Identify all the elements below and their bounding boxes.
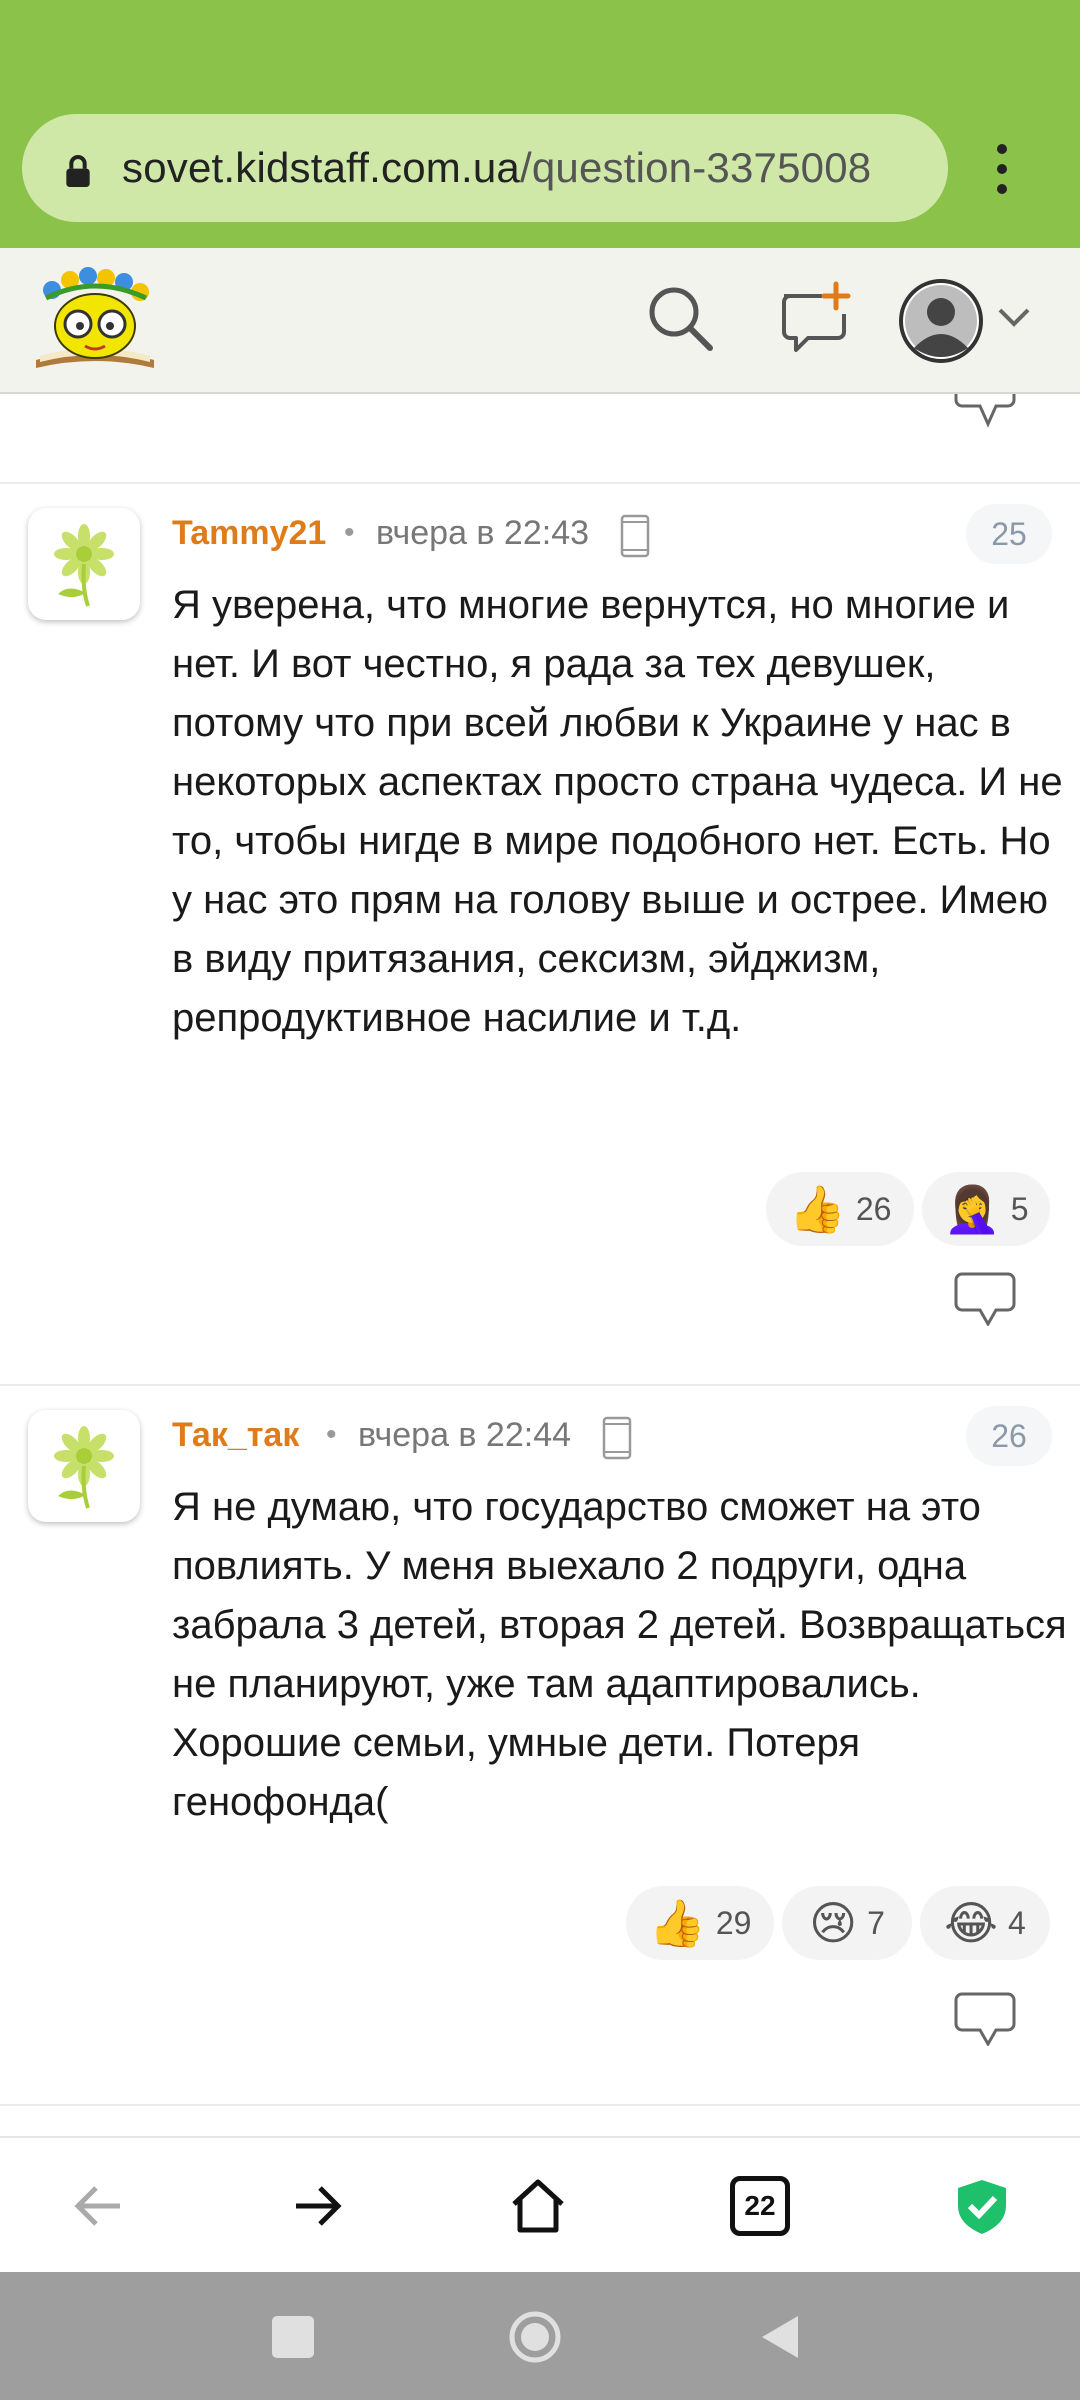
reaction-facepalm[interactable]: 🤦‍♀️ 5 bbox=[922, 1172, 1050, 1246]
reaction-crying[interactable]: 😢 7 bbox=[782, 1886, 912, 1960]
user-avatar-icon[interactable] bbox=[898, 278, 984, 364]
system-navigation-bar bbox=[0, 2272, 1080, 2400]
new-question-icon[interactable] bbox=[774, 278, 854, 358]
kidstaff-logo[interactable] bbox=[30, 264, 160, 376]
comment-number[interactable]: 25 bbox=[966, 504, 1052, 564]
reaction-thumbs-up[interactable]: 👍 26 bbox=[766, 1172, 914, 1246]
comment-number[interactable]: 26 bbox=[966, 1406, 1052, 1466]
back-triangle-icon[interactable] bbox=[754, 2310, 808, 2364]
shield-check-icon[interactable] bbox=[952, 2176, 1012, 2236]
search-icon[interactable] bbox=[640, 278, 720, 358]
tabs-counter-button[interactable]: 22 bbox=[730, 2176, 790, 2236]
address-bar[interactable]: sovet.kidstaff.com.ua/question-3375008 bbox=[22, 114, 948, 222]
reaction-laughing[interactable]: 😂 4 bbox=[920, 1886, 1050, 1960]
browser-menu-button[interactable] bbox=[990, 144, 1014, 194]
comment-text: Я не думаю, что государство сможет на эт… bbox=[172, 1485, 1067, 1824]
site-header bbox=[0, 248, 1080, 394]
url-host: sovet.kidstaff.com.ua bbox=[122, 144, 520, 191]
url-text[interactable]: sovet.kidstaff.com.ua/question-3375008 bbox=[122, 144, 871, 192]
reaction-count: 7 bbox=[867, 1904, 885, 1941]
home-circle-icon[interactable] bbox=[508, 2310, 562, 2364]
reaction-count: 29 bbox=[715, 1904, 752, 1941]
comment-time[interactable]: вчера в 22:43 bbox=[376, 514, 589, 553]
thumbs-up-icon: 👍 bbox=[788, 1183, 846, 1235]
menu-dot-icon bbox=[997, 164, 1007, 174]
url-path: /question-3375008 bbox=[519, 144, 872, 191]
avatar[interactable] bbox=[28, 1410, 140, 1522]
reaction-count: 26 bbox=[855, 1190, 892, 1227]
forward-arrow-icon[interactable] bbox=[288, 2176, 348, 2236]
reply-icon[interactable] bbox=[954, 394, 1016, 428]
menu-dot-icon bbox=[997, 184, 1007, 194]
divider bbox=[0, 2104, 1080, 2106]
browser-bottom-bar: 22 bbox=[0, 2136, 1080, 2272]
thumbs-up-icon: 👍 bbox=[648, 1897, 706, 1949]
comment-item: Так_так • вчера в 22:44 26 Я не думаю, ч… bbox=[0, 1386, 1080, 2106]
comment-text: Я уверена, что многие вернутся, но многи… bbox=[172, 583, 1063, 1040]
comment-author[interactable]: Так_так bbox=[172, 1416, 299, 1455]
reaction-count: 5 bbox=[1010, 1190, 1029, 1227]
tears-of-joy-icon: 😂 bbox=[944, 1897, 998, 1949]
reaction-count: 4 bbox=[1007, 1904, 1026, 1941]
comments-list: Tammy21 • вчера в 22:43 25 Я уверена, чт… bbox=[0, 394, 1080, 2136]
lock-icon[interactable] bbox=[58, 152, 98, 192]
browser-toolbar: sovet.kidstaff.com.ua/question-3375008 bbox=[0, 0, 1080, 248]
recent-apps-icon[interactable] bbox=[266, 2310, 320, 2364]
reply-icon[interactable] bbox=[954, 1270, 1016, 1326]
comment-author[interactable]: Tammy21 bbox=[172, 514, 326, 553]
comment-time[interactable]: вчера в 22:44 bbox=[358, 1416, 571, 1455]
separator-dot: • bbox=[344, 516, 355, 549]
reaction-thumbs-up[interactable]: 👍 29 bbox=[626, 1886, 774, 1960]
avatar[interactable] bbox=[28, 508, 140, 620]
comment-item: Tammy21 • вчера в 22:43 25 Я уверена, чт… bbox=[0, 484, 1080, 1384]
mobile-device-icon bbox=[620, 514, 650, 558]
menu-dot-icon bbox=[997, 144, 1007, 154]
crying-face-icon: 😢 bbox=[809, 1897, 858, 1949]
reply-icon[interactable] bbox=[954, 1990, 1016, 2046]
separator-dot: • bbox=[326, 1418, 337, 1451]
chevron-down-icon[interactable] bbox=[994, 302, 1034, 332]
facepalm-icon: 🤦‍♀️ bbox=[943, 1183, 1001, 1235]
back-arrow-icon[interactable] bbox=[68, 2176, 128, 2236]
home-icon[interactable] bbox=[508, 2176, 568, 2236]
mobile-device-icon bbox=[602, 1416, 632, 1460]
